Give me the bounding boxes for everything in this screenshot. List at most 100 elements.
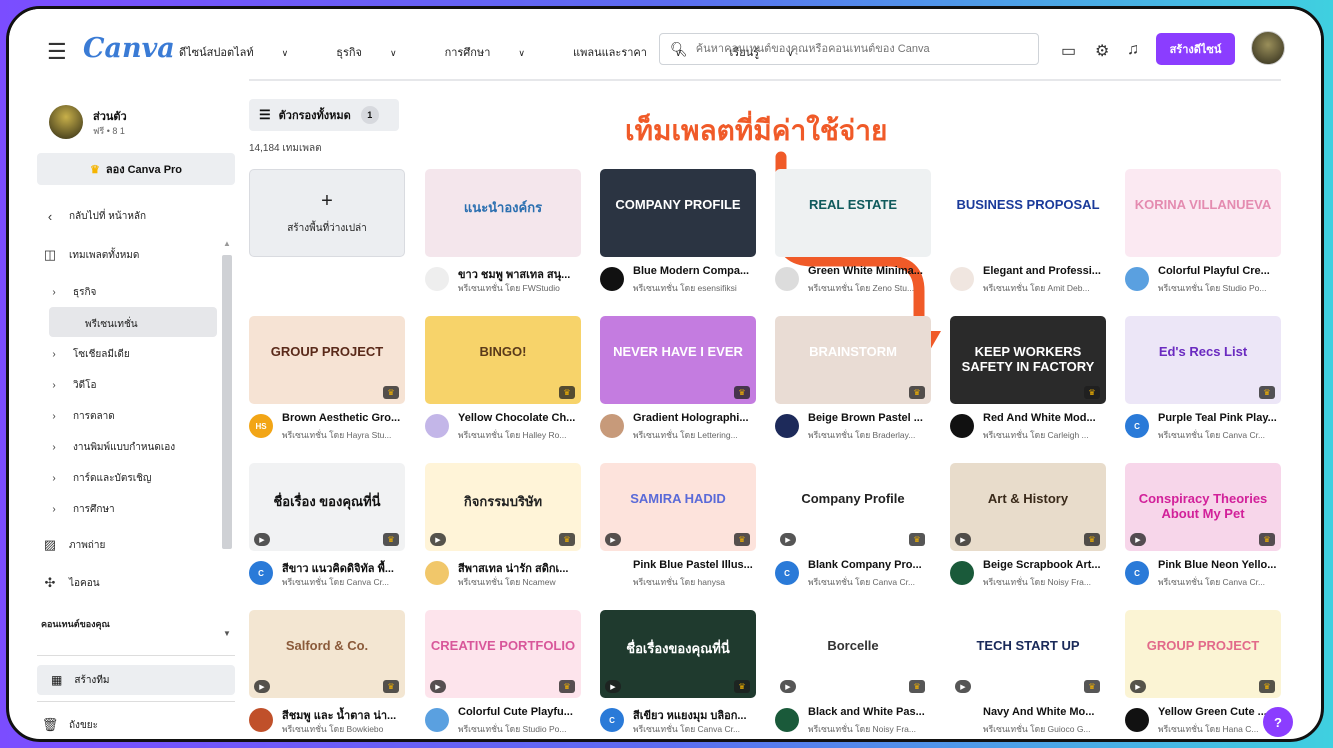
template-card[interactable]: KEEP WORKERS SAFETY IN FACTORY ♛ Red And W… (950, 316, 1106, 448)
template-card[interactable]: REAL ESTATE Green White Minima... พรีเซนเท… (775, 169, 931, 301)
template-title[interactable]: Blue Modern Compa... (633, 265, 757, 277)
creator-avatar[interactable] (950, 267, 974, 291)
creator-avatar[interactable] (425, 708, 449, 732)
all-filters-button[interactable]: ☰ ตัวกรองทั้งหมด 1 (249, 99, 399, 131)
template-card[interactable]: GROUP PROJECT ♛ ▶ Yellow Green Cute ... พรีเ… (1125, 610, 1281, 739)
template-creator[interactable]: พรีเซนเทชั่น โดย FWStudio (458, 281, 582, 295)
account-avatar[interactable] (49, 105, 83, 139)
sidebar-item-custom-print[interactable]: › งานพิมพ์แบบกำหนดเอง (49, 440, 175, 455)
template-title[interactable]: Colorful Playful Cre... (1158, 265, 1282, 277)
template-thumbnail[interactable]: KEEP WORKERS SAFETY IN FACTORY ♛ (950, 316, 1106, 404)
template-thumbnail[interactable]: Art & History ♛ ▶ (950, 463, 1106, 551)
creator-avatar[interactable]: HS (249, 414, 273, 438)
template-thumbnail[interactable]: Salford & Co. ♛ ▶ (249, 610, 405, 698)
template-creator[interactable]: พรีเซนเทชั่น โดย Canva Cr... (633, 722, 757, 736)
nav-item-business[interactable]: ธุรกิจ ∨ (336, 43, 420, 61)
template-creator[interactable]: พรีเซนเทชั่น โดย Braderlay... (808, 428, 932, 442)
sidebar-item-education[interactable]: › การศึกษา (49, 502, 114, 517)
creator-avatar[interactable] (950, 414, 974, 438)
template-thumbnail[interactable]: TECH START UP ♛ ▶ (950, 610, 1106, 698)
creator-avatar[interactable] (425, 561, 449, 585)
bell-icon[interactable]: ♫ (1127, 41, 1139, 59)
template-card[interactable]: KORINA VILLANUEVA Colorful Playful Cre...… (1125, 169, 1281, 301)
sidebar-item-marketing[interactable]: › การตลาด (49, 409, 114, 424)
template-card[interactable]: แนะนำองค์กร ขาว ชมพู พาสเทล สนุ... พรีเซนเ… (425, 169, 581, 301)
template-title[interactable]: Blank Company Pro... (808, 559, 932, 571)
template-thumbnail[interactable]: BUSINESS PROPOSAL (950, 169, 1106, 257)
template-card[interactable]: GROUP PROJECT ♛ HS Brown Aesthetic Gro... พร… (249, 316, 405, 448)
sidebar-item-business[interactable]: › ธุรกิจ (49, 285, 96, 300)
template-thumbnail[interactable]: KORINA VILLANUEVA (1125, 169, 1281, 257)
sidebar-item-video[interactable]: › วิดีโอ (49, 378, 96, 393)
creator-avatar[interactable]: C (775, 561, 799, 585)
template-thumbnail[interactable]: Ed's Recs List ♛ (1125, 316, 1281, 404)
try-pro-button[interactable]: ♛ ลอง Canva Pro (37, 153, 235, 185)
creator-avatar[interactable] (950, 561, 974, 585)
template-creator[interactable]: พรีเซนเทชั่น โดย Noisy Fra... (808, 722, 932, 736)
template-title[interactable]: Colorful Cute Playfu... (458, 706, 582, 718)
canva-logo[interactable]: Canva (83, 33, 175, 64)
nav-item-education[interactable]: การศึกษา ∨ (445, 43, 549, 61)
creator-avatar[interactable] (775, 267, 799, 291)
template-thumbnail[interactable]: GROUP PROJECT ♛ ▶ (1125, 610, 1281, 698)
template-thumbnail[interactable]: ชื่อเรื่องของคุณที่นี่ ♛ ▶ (600, 610, 756, 698)
creator-avatar[interactable] (600, 267, 624, 291)
template-creator[interactable]: พรีเซนเทชั่น โดย Zeno Stu... (808, 281, 932, 295)
help-button[interactable]: ? (1263, 707, 1293, 737)
template-card[interactable]: Art & History ♛ ▶ Beige Scrapbook Art... พรี… (950, 463, 1106, 595)
back-home-link[interactable]: ‹ กลับไปที่ หน้าหลัก (41, 209, 146, 224)
sidebar-item-icons[interactable]: ✣ ไอคอน (41, 575, 100, 591)
sidebar-item-photos[interactable]: ▨ ภาพถ่าย (41, 537, 105, 553)
creator-avatar[interactable] (249, 708, 273, 732)
template-title[interactable]: Navy And White Mo... (983, 706, 1107, 718)
template-card[interactable]: BINGO! ♛ Yellow Chocolate Ch... พรีเซนเทชั่… (425, 316, 581, 448)
creator-avatar[interactable] (425, 267, 449, 291)
template-thumbnail[interactable]: Borcelle ♛ ▶ (775, 610, 931, 698)
sidebar-item-all-templates[interactable]: ◫ เทมเพลตทั้งหมด (41, 247, 140, 263)
template-creator[interactable]: พรีเซนเทชั่น โดย Halley Ro... (458, 428, 582, 442)
template-card[interactable]: COMPANY PROFILE Blue Modern Compa... พรีเซ… (600, 169, 756, 301)
account-name[interactable]: ส่วนตัว (93, 107, 127, 125)
template-creator[interactable]: พรีเซนเทชั่น โดย Noisy Fra... (983, 575, 1107, 589)
sidebar-item-trash[interactable]: 🗑︎ ถังขยะ (41, 717, 98, 733)
template-creator[interactable]: พรีเซนเทชั่น โดย Guioco G... (983, 722, 1107, 736)
template-thumbnail[interactable]: SAMIRA HADID ♛ ▶ (600, 463, 756, 551)
template-title[interactable]: Beige Scrapbook Art... (983, 559, 1107, 571)
creator-avatar[interactable] (1125, 708, 1149, 732)
create-team-button[interactable]: ▦ สร้างทีม (37, 665, 235, 695)
template-card[interactable]: กิจกรรมบริษัท ♛ ▶ สีพาสเทล น่ารัก สดิกเ... พ… (425, 463, 581, 595)
template-thumbnail[interactable]: GROUP PROJECT ♛ (249, 316, 405, 404)
creator-avatar[interactable]: C (1125, 414, 1149, 438)
template-card[interactable]: ชื่อเรื่อง ของคุณที่นี่ ♛ ▶ C สีขาว แนวคิดดิ… (249, 463, 405, 595)
template-card[interactable]: BRAINSTORM ♛ Beige Brown Pastel ... พรีเซนเ… (775, 316, 931, 448)
template-thumbnail[interactable]: BINGO! ♛ (425, 316, 581, 404)
template-card[interactable]: CREATIVE PORTFOLIO ♛ ▶ Colorful Cute Playfu… (425, 610, 582, 739)
creator-avatar[interactable]: C (1125, 561, 1149, 585)
creator-avatar[interactable]: C (600, 708, 624, 732)
template-creator[interactable]: พรีเซนเทชั่น โดย Studio Po... (1158, 281, 1282, 295)
template-card[interactable]: Conspiracy Theories About My Pet ♛ ▶ C Pink … (1125, 463, 1281, 595)
template-title[interactable]: Red And White Mod... (983, 412, 1107, 424)
template-title[interactable]: Green White Minima... (808, 265, 932, 277)
template-title[interactable]: Elegant and Professi... (983, 265, 1107, 277)
scroll-down-icon[interactable]: ▼ (223, 629, 231, 638)
template-creator[interactable]: พรีเซนเทชั่น โดย Canva Cr... (808, 575, 932, 589)
creator-avatar[interactable] (1125, 267, 1149, 291)
template-card[interactable]: ชื่อเรื่องของคุณที่นี่ ♛ ▶ C สีเขียว หแยงมุม… (600, 610, 757, 739)
template-creator[interactable]: พรีเซนเทชั่น โดย hanysa (633, 575, 757, 589)
template-thumbnail[interactable]: Conspiracy Theories About My Pet ♛ ▶ (1125, 463, 1281, 551)
create-blank-card[interactable]: + สร้างพื้นที่ว่างเปล่า (249, 169, 405, 257)
avatar[interactable] (1251, 31, 1285, 65)
template-creator[interactable]: พรีเซนเทชั่น โดย Lettering... (633, 428, 757, 442)
search-input[interactable] (695, 43, 1016, 55)
menu-icon[interactable]: ☰ (47, 39, 67, 65)
template-card[interactable]: NEVER HAVE I EVER ♛ Gradient Holographi...… (600, 316, 756, 448)
template-creator[interactable]: พรีเซนเทชั่น โดย Canva Cr... (1158, 428, 1282, 442)
template-card[interactable]: TECH START UP ♛ ▶ Navy And White Mo... พรีเซ… (950, 610, 1107, 739)
template-thumbnail[interactable]: กิจกรรมบริษัท ♛ ▶ (425, 463, 581, 551)
template-creator[interactable]: พรีเซนเทชั่น โดย Amit Deb... (983, 281, 1107, 295)
creator-avatar[interactable] (600, 414, 624, 438)
creator-avatar[interactable] (950, 708, 974, 732)
template-creator[interactable]: พรีเซนเทชั่น โดย Canva Cr... (282, 575, 406, 589)
template-card[interactable]: Salford & Co. ♛ ▶ สีชมพู และ น้ำตาล น่า... พ… (249, 610, 405, 739)
